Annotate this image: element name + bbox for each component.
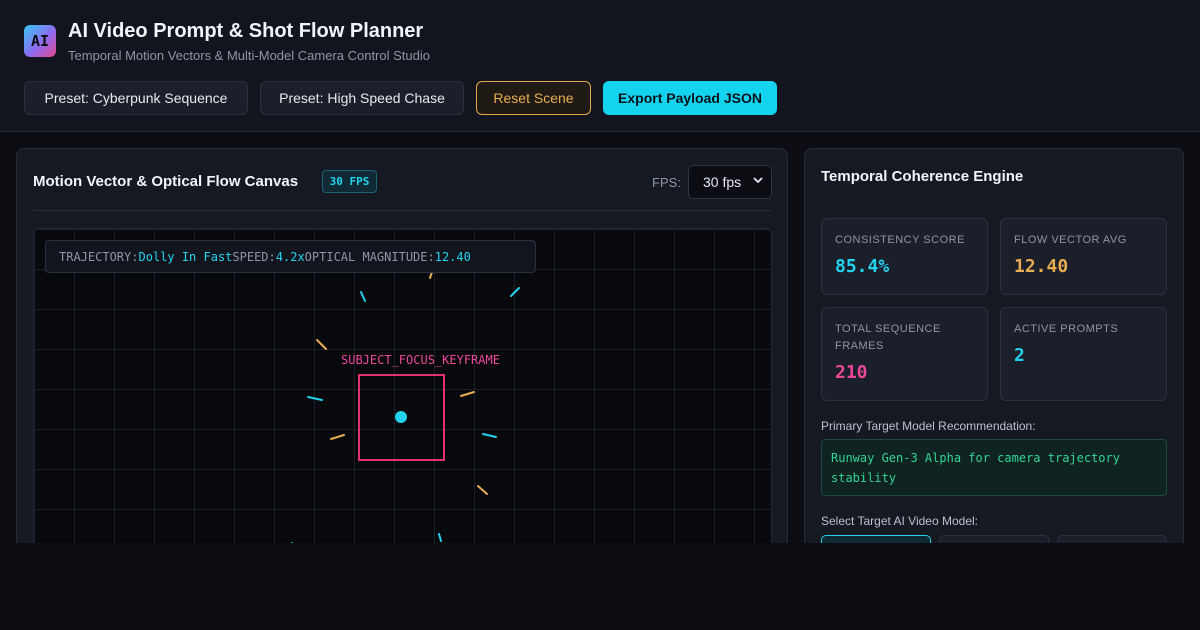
hud-speed-value: 4.2x — [275, 249, 305, 264]
stat-value: 2 — [1014, 345, 1025, 366]
fps-select-value: 30 fps — [703, 174, 742, 190]
stat-label: ACTIVE PROMPTS — [1014, 323, 1119, 335]
stat-card-active-prompts: ACTIVE PROMPTS 2 — [1000, 307, 1167, 401]
fps-label: FPS: — [652, 175, 681, 190]
recommendation-label: Primary Target Model Recommendation: — [821, 419, 1036, 433]
stat-label: FLOW VECTOR AVG — [1014, 234, 1127, 246]
export-payload-button[interactable]: Export Payload JSON — [603, 81, 777, 115]
stat-label: TOTAL SEQUENCE FRAMES — [835, 323, 941, 352]
stat-card-consistency: CONSISTENCY SCORE 85.4% — [821, 218, 988, 295]
hud-speed-label: SPEED: — [232, 249, 276, 264]
page-background-lower — [0, 543, 1200, 630]
hud-trajectory-value: Dolly In Fast — [138, 249, 233, 264]
focus-keyframe-label: SUBJECT_FOCUS_KEYFRAME — [341, 353, 500, 367]
focus-point[interactable] — [395, 411, 407, 423]
app-logo: AI — [24, 25, 56, 57]
fps-badge: 30 FPS — [322, 170, 377, 193]
trajectory-hud: TRAJECTORY: Dolly In Fast SPEED: 4.2x OP… — [45, 240, 536, 273]
canvas-title: Motion Vector & Optical Flow Canvas — [33, 173, 299, 190]
stat-label: CONSISTENCY SCORE — [835, 234, 965, 246]
chevron-down-icon — [753, 175, 763, 188]
app-header: AI AI Video Prompt & Shot Flow Planner T… — [0, 0, 1200, 132]
flow-vector — [477, 485, 488, 495]
flow-vector — [307, 396, 323, 401]
stat-card-flow-vector: FLOW VECTOR AVG 12.40 — [1000, 218, 1167, 295]
fps-select[interactable]: 30 fps — [688, 165, 772, 199]
engine-title: Temporal Coherence Engine — [821, 168, 1024, 185]
preset-cyberpunk-button[interactable]: Preset: Cyberpunk Sequence — [24, 81, 248, 115]
page-title: AI Video Prompt & Shot Flow Planner — [68, 20, 424, 42]
stat-card-total-frames: TOTAL SEQUENCE FRAMES 210 — [821, 307, 988, 401]
stat-value: 85.4% — [835, 256, 890, 277]
flow-vector — [316, 339, 327, 350]
preset-chase-button[interactable]: Preset: High Speed Chase — [260, 81, 464, 115]
model-select-label: Select Target AI Video Model: — [821, 514, 978, 528]
flow-vector — [460, 391, 475, 397]
page-subtitle: Temporal Motion Vectors & Multi-Model Ca… — [68, 48, 430, 63]
reset-scene-button[interactable]: Reset Scene — [476, 81, 591, 115]
recommendation-box: Runway Gen-3 Alpha for camera trajectory… — [821, 439, 1167, 496]
flow-vector — [360, 291, 366, 302]
flow-vector — [330, 434, 345, 440]
panel-divider — [33, 210, 772, 211]
stat-value: 12.40 — [1014, 256, 1069, 277]
flow-vector — [438, 533, 442, 542]
hud-magnitude-value: 12.40 — [434, 249, 471, 264]
stat-value: 210 — [835, 362, 868, 383]
hud-trajectory-label: TRAJECTORY: — [59, 249, 139, 264]
flow-vector — [482, 433, 497, 438]
flow-vector — [510, 287, 520, 297]
hud-magnitude-label: OPTICAL MAGNITUDE: — [304, 249, 435, 264]
